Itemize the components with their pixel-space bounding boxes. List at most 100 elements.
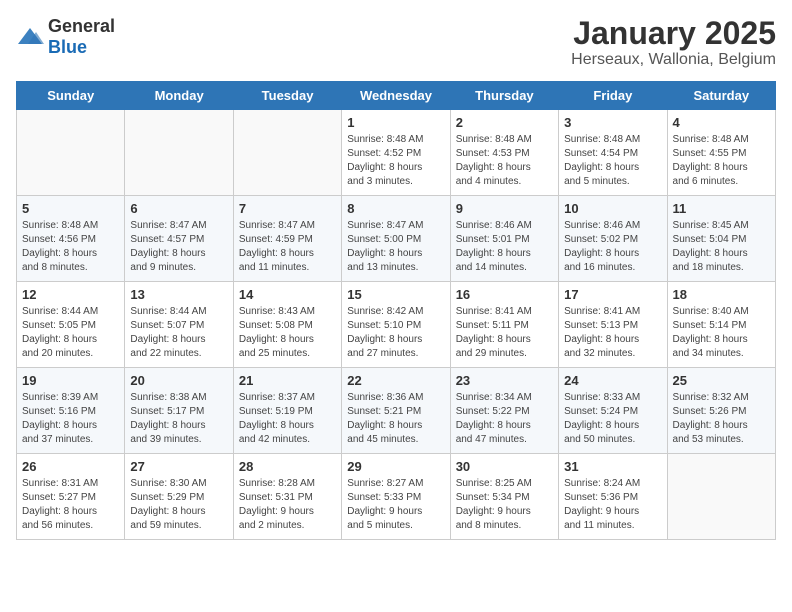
- calendar-cell: 5 Sunrise: 8:48 AM Sunset: 4:56 PM Daylig…: [17, 196, 125, 282]
- day-number: 7: [239, 201, 336, 216]
- day-info: Sunrise: 8:27 AM Sunset: 5:33 PM Dayligh…: [347, 477, 444, 533]
- day-number: 16: [456, 287, 553, 302]
- logo-general: General: [48, 16, 115, 36]
- day-number: 1: [347, 115, 444, 130]
- day-info: Sunrise: 8:24 AM Sunset: 5:36 PM Dayligh…: [564, 477, 661, 533]
- day-info: Sunrise: 8:38 AM Sunset: 5:17 PM Dayligh…: [130, 391, 227, 447]
- day-number: 5: [22, 201, 119, 216]
- calendar-cell: 14 Sunrise: 8:43 AM Sunset: 5:08 PM Dayli…: [233, 282, 341, 368]
- day-info: Sunrise: 8:47 AM Sunset: 4:59 PM Dayligh…: [239, 219, 336, 275]
- day-number: 24: [564, 373, 661, 388]
- day-info: Sunrise: 8:40 AM Sunset: 5:14 PM Dayligh…: [673, 305, 770, 361]
- day-number: 2: [456, 115, 553, 130]
- day-number: 20: [130, 373, 227, 388]
- day-number: 17: [564, 287, 661, 302]
- day-number: 21: [239, 373, 336, 388]
- day-info: Sunrise: 8:45 AM Sunset: 5:04 PM Dayligh…: [673, 219, 770, 275]
- calendar-cell: 11 Sunrise: 8:45 AM Sunset: 5:04 PM Dayli…: [667, 196, 775, 282]
- day-info: Sunrise: 8:34 AM Sunset: 5:22 PM Dayligh…: [456, 391, 553, 447]
- title-block: January 2025 Herseaux, Wallonia, Belgium: [571, 16, 776, 69]
- day-number: 15: [347, 287, 444, 302]
- calendar-cell: 31 Sunrise: 8:24 AM Sunset: 5:36 PM Dayli…: [559, 454, 667, 540]
- day-of-week-header: Wednesday: [342, 82, 450, 110]
- day-number: 13: [130, 287, 227, 302]
- calendar-cell: 10Sunrise: 8:46 AM Sunset: 5:02 PM Dayli…: [559, 196, 667, 282]
- day-of-week-header: Tuesday: [233, 82, 341, 110]
- day-info: Sunrise: 8:31 AM Sunset: 5:27 PM Dayligh…: [22, 477, 119, 533]
- calendar-cell: [17, 110, 125, 196]
- calendar-cell: 21 Sunrise: 8:37 AM Sunset: 5:19 PM Dayli…: [233, 368, 341, 454]
- day-info: Sunrise: 8:46 AM Sunset: 5:02 PM Dayligh…: [564, 219, 661, 275]
- calendar-cell: 18 Sunrise: 8:40 AM Sunset: 5:14 PM Dayli…: [667, 282, 775, 368]
- day-number: 19: [22, 373, 119, 388]
- day-number: 3: [564, 115, 661, 130]
- day-info: Sunrise: 8:41 AM Sunset: 5:13 PM Dayligh…: [564, 305, 661, 361]
- calendar-week-row: 12Sunrise: 8:44 AM Sunset: 5:05 PM Dayli…: [17, 282, 776, 368]
- day-info: Sunrise: 8:46 AM Sunset: 5:01 PM Dayligh…: [456, 219, 553, 275]
- calendar-title: January 2025: [571, 16, 776, 51]
- calendar-week-row: 1 Sunrise: 8:48 AM Sunset: 4:52 PM Daylig…: [17, 110, 776, 196]
- calendar-cell: 28 Sunrise: 8:28 AM Sunset: 5:31 PM Dayli…: [233, 454, 341, 540]
- day-number: 28: [239, 459, 336, 474]
- day-info: Sunrise: 8:36 AM Sunset: 5:21 PM Dayligh…: [347, 391, 444, 447]
- calendar-body: 1 Sunrise: 8:48 AM Sunset: 4:52 PM Daylig…: [17, 110, 776, 540]
- calendar-cell: 2Sunrise: 8:48 AM Sunset: 4:53 PM Daylig…: [450, 110, 558, 196]
- day-number: 11: [673, 201, 770, 216]
- day-info: Sunrise: 8:42 AM Sunset: 5:10 PM Dayligh…: [347, 305, 444, 361]
- day-info: Sunrise: 8:37 AM Sunset: 5:19 PM Dayligh…: [239, 391, 336, 447]
- calendar-cell: 19 Sunrise: 8:39 AM Sunset: 5:16 PM Dayli…: [17, 368, 125, 454]
- calendar-cell: 3 Sunrise: 8:48 AM Sunset: 4:54 PM Daylig…: [559, 110, 667, 196]
- day-info: Sunrise: 8:48 AM Sunset: 4:54 PM Dayligh…: [564, 133, 661, 189]
- calendar-cell: 16 Sunrise: 8:41 AM Sunset: 5:11 PM Dayli…: [450, 282, 558, 368]
- day-number: 18: [673, 287, 770, 302]
- day-of-week-header: Saturday: [667, 82, 775, 110]
- calendar-week-row: 19 Sunrise: 8:39 AM Sunset: 5:16 PM Dayli…: [17, 368, 776, 454]
- calendar-cell: 27Sunrise: 8:30 AM Sunset: 5:29 PM Dayli…: [125, 454, 233, 540]
- day-info: Sunrise: 8:43 AM Sunset: 5:08 PM Dayligh…: [239, 305, 336, 361]
- calendar-cell: 8Sunrise: 8:47 AM Sunset: 5:00 PM Daylig…: [342, 196, 450, 282]
- calendar-cell: 25Sunrise: 8:32 AM Sunset: 5:26 PM Dayli…: [667, 368, 775, 454]
- day-number: 26: [22, 459, 119, 474]
- day-info: Sunrise: 8:28 AM Sunset: 5:31 PM Dayligh…: [239, 477, 336, 533]
- day-of-week-header: Friday: [559, 82, 667, 110]
- day-info: Sunrise: 8:48 AM Sunset: 4:52 PM Dayligh…: [347, 133, 444, 189]
- calendar-cell: 26 Sunrise: 8:31 AM Sunset: 5:27 PM Dayli…: [17, 454, 125, 540]
- day-info: Sunrise: 8:41 AM Sunset: 5:11 PM Dayligh…: [456, 305, 553, 361]
- calendar-header: SundayMondayTuesdayWednesdayThursdayFrid…: [17, 82, 776, 110]
- day-number: 23: [456, 373, 553, 388]
- calendar-cell: 17 Sunrise: 8:41 AM Sunset: 5:13 PM Dayli…: [559, 282, 667, 368]
- calendar-cell: 6 Sunrise: 8:47 AM Sunset: 4:57 PM Daylig…: [125, 196, 233, 282]
- calendar-cell: 1 Sunrise: 8:48 AM Sunset: 4:52 PM Daylig…: [342, 110, 450, 196]
- calendar-cell: [125, 110, 233, 196]
- calendar-cell: 23 Sunrise: 8:34 AM Sunset: 5:22 PM Dayli…: [450, 368, 558, 454]
- calendar-cell: 29 Sunrise: 8:27 AM Sunset: 5:33 PM Dayli…: [342, 454, 450, 540]
- day-of-week-header: Sunday: [17, 82, 125, 110]
- logo-icon: [16, 26, 44, 48]
- day-number: 29: [347, 459, 444, 474]
- day-info: Sunrise: 8:47 AM Sunset: 5:00 PM Dayligh…: [347, 219, 444, 275]
- calendar-table: SundayMondayTuesdayWednesdayThursdayFrid…: [16, 81, 776, 540]
- day-number: 14: [239, 287, 336, 302]
- day-info: Sunrise: 8:48 AM Sunset: 4:56 PM Dayligh…: [22, 219, 119, 275]
- calendar-cell: 9Sunrise: 8:46 AM Sunset: 5:01 PM Daylig…: [450, 196, 558, 282]
- day-number: 31: [564, 459, 661, 474]
- calendar-week-row: 26 Sunrise: 8:31 AM Sunset: 5:27 PM Dayli…: [17, 454, 776, 540]
- calendar-cell: 22Sunrise: 8:36 AM Sunset: 5:21 PM Dayli…: [342, 368, 450, 454]
- day-of-week-header: Monday: [125, 82, 233, 110]
- calendar-week-row: 5 Sunrise: 8:48 AM Sunset: 4:56 PM Daylig…: [17, 196, 776, 282]
- day-info: Sunrise: 8:33 AM Sunset: 5:24 PM Dayligh…: [564, 391, 661, 447]
- page-header: General Blue January 2025 Herseaux, Wall…: [16, 16, 776, 69]
- day-number: 6: [130, 201, 227, 216]
- day-info: Sunrise: 8:47 AM Sunset: 4:57 PM Dayligh…: [130, 219, 227, 275]
- calendar-cell: 15 Sunrise: 8:42 AM Sunset: 5:10 PM Dayli…: [342, 282, 450, 368]
- calendar-cell: 4 Sunrise: 8:48 AM Sunset: 4:55 PM Daylig…: [667, 110, 775, 196]
- day-info: Sunrise: 8:39 AM Sunset: 5:16 PM Dayligh…: [22, 391, 119, 447]
- day-number: 4: [673, 115, 770, 130]
- day-number: 12: [22, 287, 119, 302]
- logo: General Blue: [16, 16, 115, 58]
- calendar-cell: 12Sunrise: 8:44 AM Sunset: 5:05 PM Dayli…: [17, 282, 125, 368]
- day-info: Sunrise: 8:44 AM Sunset: 5:07 PM Dayligh…: [130, 305, 227, 361]
- day-number: 27: [130, 459, 227, 474]
- day-info: Sunrise: 8:48 AM Sunset: 4:55 PM Dayligh…: [673, 133, 770, 189]
- calendar-cell: 24 Sunrise: 8:33 AM Sunset: 5:24 PM Dayli…: [559, 368, 667, 454]
